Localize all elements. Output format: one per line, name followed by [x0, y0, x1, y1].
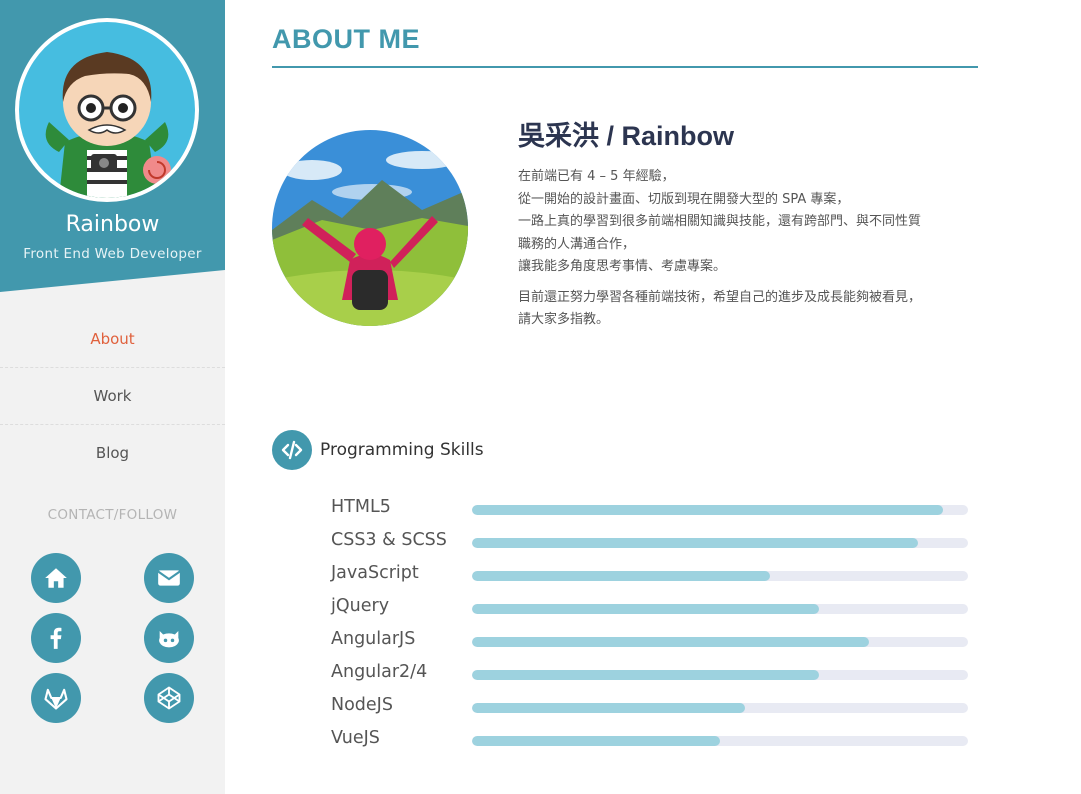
skill-bar — [472, 637, 968, 647]
profile-photo — [272, 130, 468, 326]
skill-bar-fill — [472, 736, 720, 746]
nav-item-blog[interactable]: Blog — [0, 425, 225, 481]
facebook-icon — [50, 627, 62, 649]
skill-label: VueJS — [331, 728, 380, 748]
avatar-illustration — [19, 22, 195, 198]
skills-icon-badge — [272, 430, 312, 470]
skill-bar-fill — [472, 571, 770, 581]
skill-bar — [472, 670, 968, 680]
nav-item-work[interactable]: Work — [0, 368, 225, 425]
bio-line: 一路上真的學習到很多前端相關知識與技能，還有跨部門、與不同性質 — [518, 214, 922, 229]
mail-icon — [157, 570, 181, 586]
sidebar-nav: About Work Blog — [0, 311, 225, 481]
bio-line: 請大家多指教。 — [518, 312, 610, 327]
skill-bar-fill — [472, 670, 820, 680]
gitlab-icon — [44, 688, 68, 710]
code-icon — [281, 440, 303, 460]
skills-title: Programming Skills — [320, 440, 484, 460]
skill-bar-fill — [472, 505, 944, 515]
bio-paragraph: 目前還正努力學習各種前端技術，希望自己的進步及成長能夠被看見， 請大家多指教。 — [518, 287, 978, 332]
skill-label: JavaScript — [331, 563, 419, 583]
skill-label: jQuery — [331, 596, 390, 616]
bio-line: 職務的人溝通合作， — [518, 236, 636, 252]
github-button[interactable] — [144, 613, 194, 663]
skill-bar — [472, 604, 968, 614]
codepen-button[interactable] — [144, 673, 194, 723]
page-title: ABOUT ME — [272, 24, 420, 54]
sidebar: Rainbow Front End Web Developer About Wo… — [0, 0, 225, 794]
bio-paragraph: 在前端已有 4 – 5 年經驗， 從一開始的設計畫面、切版到現在開發大型的 SP… — [518, 166, 978, 279]
skill-label: HTML5 — [331, 497, 391, 517]
skill-bar-fill — [472, 604, 820, 614]
skill-label: AngularJS — [331, 629, 416, 649]
facebook-button[interactable] — [31, 613, 81, 663]
person-name: 吳采洪 / Rainbow — [518, 121, 734, 151]
bio-line: 目前還正努力學習各種前端技術，希望自己的進步及成長能夠被看見， — [518, 289, 922, 305]
codepen-icon — [157, 686, 181, 710]
avatar — [15, 18, 199, 202]
brand-name: Rainbow — [65, 212, 160, 237]
bio-line: 從一開始的設計畫面、切版到現在開發大型的 SPA 專案， — [518, 191, 850, 207]
home-button[interactable] — [31, 553, 81, 603]
gitlab-button[interactable] — [31, 673, 81, 723]
skill-label: CSS3 & SCSS — [331, 530, 447, 550]
bio: 在前端已有 4 – 5 年經驗， 從一開始的設計畫面、切版到現在開發大型的 SP… — [518, 166, 978, 340]
skill-bar-fill — [472, 703, 745, 713]
skill-bar — [472, 703, 968, 713]
nav-item-about[interactable]: About — [0, 311, 225, 368]
skill-bar — [472, 538, 968, 548]
bio-line: 在前端已有 4 – 5 年經驗， — [518, 169, 675, 184]
github-icon — [159, 631, 179, 648]
skill-label: NodeJS — [331, 695, 393, 715]
skill-bar — [472, 505, 968, 515]
skill-bar — [472, 571, 968, 581]
mail-button[interactable] — [144, 553, 194, 603]
skill-label: Angular2/4 — [331, 662, 428, 682]
title-divider — [272, 66, 978, 68]
bio-line: 讓我能多角度思考事情、考慮專案。 — [518, 259, 727, 274]
home-icon — [45, 568, 67, 588]
contact-title: CONTACT/FOLLOW — [47, 507, 178, 523]
brand-role: Front End Web Developer — [23, 246, 202, 262]
skill-bar-fill — [472, 637, 869, 647]
skill-bar-fill — [472, 538, 919, 548]
skill-bar — [472, 736, 968, 746]
